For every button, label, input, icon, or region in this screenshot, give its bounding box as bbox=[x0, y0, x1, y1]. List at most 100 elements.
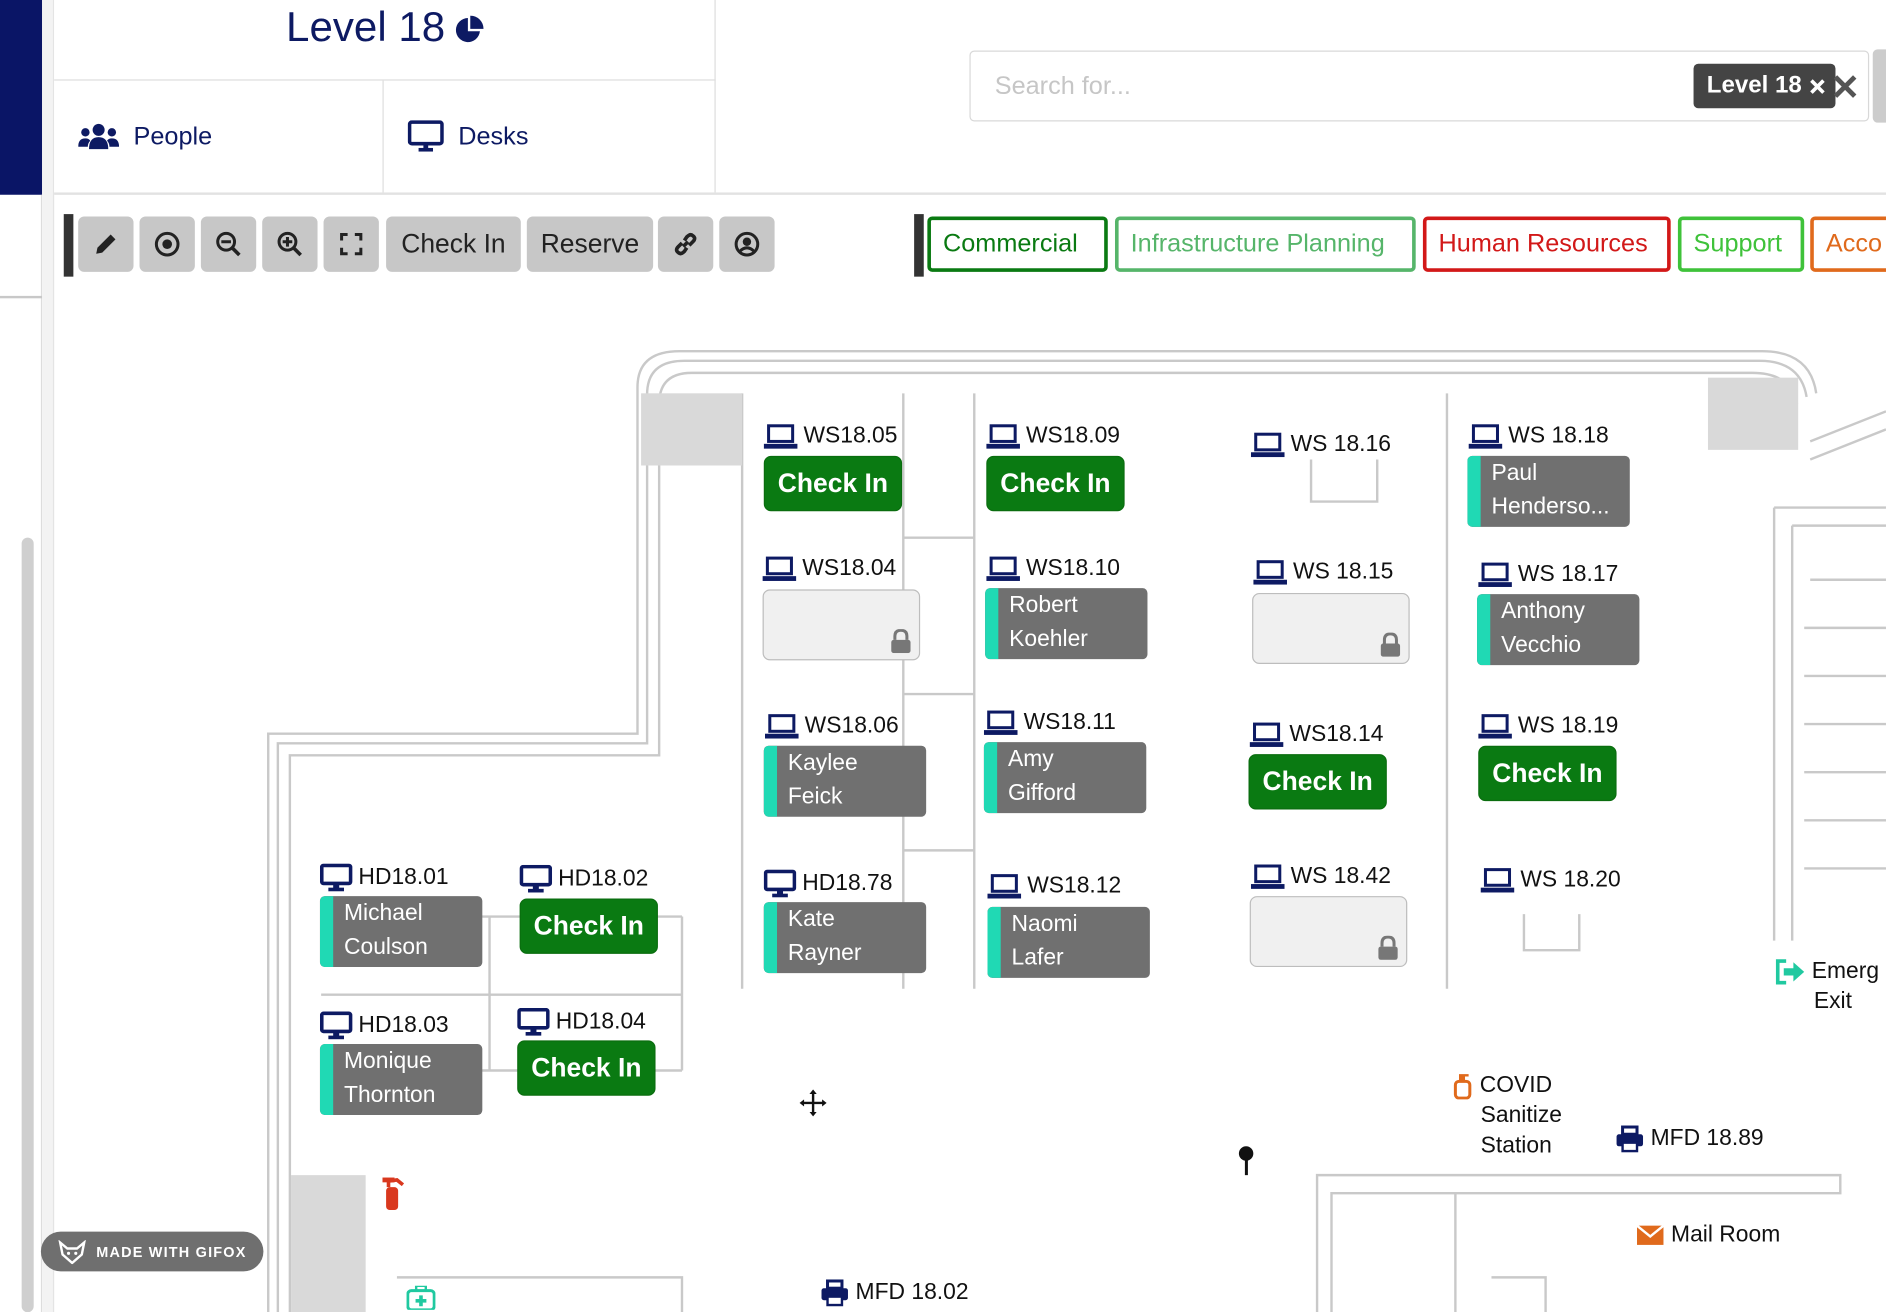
mail-room[interactable]: Mail Room bbox=[1636, 1220, 1780, 1250]
laptop-icon bbox=[1468, 424, 1503, 449]
laptop-icon bbox=[986, 424, 1020, 449]
occupant-ws1812[interactable]: Naomi Lafer bbox=[987, 906, 1150, 978]
desk-label-hd1803: HD18.03 bbox=[319, 1011, 449, 1041]
desk-label-ws1842: WS 18.42 bbox=[1250, 864, 1391, 890]
laptop-icon bbox=[1478, 714, 1512, 739]
desk-label-ws1806: WS18.06 bbox=[764, 713, 899, 739]
desk-label-ws1810: WS18.10 bbox=[986, 556, 1120, 582]
laptop-icon bbox=[1250, 864, 1285, 889]
remove-chip-icon[interactable] bbox=[1809, 78, 1826, 95]
search-box: Level 18 bbox=[969, 50, 1870, 122]
left-nav-brand bbox=[0, 0, 43, 195]
reserve-button[interactable]: Reserve bbox=[526, 216, 654, 272]
occupant-ws1818[interactable]: Paul Henderso... bbox=[1467, 455, 1630, 527]
filter-human-resources[interactable]: Human Resources bbox=[1422, 216, 1671, 272]
printer-icon bbox=[821, 1279, 848, 1307]
checkin-ws1814[interactable]: Check In bbox=[1248, 754, 1387, 810]
laptop-icon bbox=[762, 556, 797, 581]
move-cursor-icon bbox=[797, 1087, 829, 1119]
laptop-icon bbox=[983, 710, 1018, 735]
checkin-ws1809[interactable]: Check In bbox=[986, 455, 1125, 512]
filter-support[interactable]: Support bbox=[1677, 216, 1805, 272]
desk-label-ws1809: WS18.09 bbox=[986, 423, 1120, 449]
filter-infrastructure-planning[interactable]: Infrastructure Planning bbox=[1114, 216, 1416, 272]
desk-label-ws1805: WS18.05 bbox=[763, 423, 897, 449]
covid-station[interactable]: COVID Sanitize Station bbox=[1452, 1070, 1562, 1160]
desk-label-ws1817: WS 18.17 bbox=[1478, 562, 1618, 588]
checkin-hd1802[interactable]: Check In bbox=[519, 898, 658, 954]
sanitizer-icon bbox=[1453, 1074, 1472, 1100]
clear-search-icon[interactable] bbox=[1832, 73, 1858, 99]
filter-chip-label: Level 18 bbox=[1706, 72, 1802, 99]
desk-label-hd1801: HD18.01 bbox=[319, 863, 449, 893]
occupant-hd1801[interactable]: Michael Coulson bbox=[319, 896, 483, 968]
desk-label-ws1811: WS18.11 bbox=[983, 710, 1116, 736]
zoom-out-icon bbox=[216, 231, 241, 257]
fire-extinguisher-icon[interactable] bbox=[379, 1175, 405, 1211]
pencil-icon bbox=[96, 234, 116, 254]
monitor-icon bbox=[319, 863, 353, 892]
locked-desk-ws1815[interactable] bbox=[1252, 592, 1410, 664]
tab-desks-label: Desks bbox=[458, 122, 529, 150]
locked-desk-ws1804[interactable] bbox=[762, 589, 921, 661]
monitor-icon bbox=[519, 864, 553, 893]
desk-label-ws1818: WS 18.18 bbox=[1468, 423, 1609, 449]
checkin-button[interactable]: Check In bbox=[386, 216, 521, 272]
edit-button[interactable] bbox=[78, 216, 134, 272]
lock-icon bbox=[891, 629, 911, 654]
laptop-icon bbox=[764, 714, 799, 739]
monitor-icon bbox=[517, 1007, 550, 1036]
checkin-ws1805[interactable]: Check In bbox=[763, 455, 903, 512]
desk-label-hd1802: HD18.02 bbox=[519, 864, 648, 894]
left-rail bbox=[0, 194, 43, 1312]
mfd-1889[interactable]: MFD 18.89 bbox=[1615, 1123, 1764, 1153]
desk-label-ws1820[interactable]: WS 18.20 bbox=[1480, 867, 1621, 893]
desk-label-ws1816[interactable]: WS 18.16 bbox=[1250, 432, 1391, 458]
laptop-icon bbox=[987, 874, 1022, 899]
desk-label-ws1812: WS18.12 bbox=[987, 873, 1121, 899]
locate-button[interactable] bbox=[139, 216, 195, 272]
monitor-icon bbox=[763, 869, 797, 898]
filter-acco[interactable]: Acco bbox=[1810, 216, 1886, 272]
zoom-out-button[interactable] bbox=[200, 216, 257, 272]
monitor-icon bbox=[407, 119, 444, 151]
link-button[interactable] bbox=[657, 216, 714, 272]
desk-label-ws1804: WS18.04 bbox=[762, 556, 896, 582]
first-aid-icon[interactable] bbox=[406, 1285, 436, 1310]
user-circle-button[interactable] bbox=[719, 216, 775, 272]
expand-icon bbox=[340, 233, 363, 256]
map-pin-icon[interactable] bbox=[1238, 1145, 1255, 1176]
occupant-hd1803[interactable]: Monique Thornton bbox=[319, 1044, 483, 1115]
tab-people[interactable]: People bbox=[54, 80, 384, 193]
search-input[interactable] bbox=[994, 68, 1669, 105]
occupant-ws1806[interactable]: Kaylee Feick bbox=[763, 745, 927, 817]
desk-label-hd1878: HD18.78 bbox=[763, 869, 892, 899]
target-icon bbox=[154, 231, 180, 257]
desk-label-hd1804: HD18.04 bbox=[517, 1007, 646, 1037]
laptop-icon bbox=[1480, 868, 1515, 893]
printer-icon bbox=[1616, 1125, 1644, 1153]
occupant-ws1817[interactable]: Anthony Vecchio bbox=[1477, 594, 1640, 666]
lock-icon bbox=[1380, 632, 1401, 657]
fullscreen-button[interactable] bbox=[323, 216, 379, 272]
checkin-hd1804[interactable]: Check In bbox=[517, 1040, 656, 1096]
emergency-exit[interactable]: Emerg Exit bbox=[1774, 956, 1879, 1016]
checkin-ws1819[interactable]: Check In bbox=[1478, 745, 1617, 802]
laptop-icon bbox=[986, 556, 1020, 581]
zoom-in-button[interactable] bbox=[262, 216, 318, 272]
floor-map[interactable]: WS18.05 Check In WS18.09 Check In WS 18.… bbox=[54, 279, 1886, 1312]
filter-commercial[interactable]: Commercial bbox=[927, 216, 1108, 272]
search-button[interactable] bbox=[1872, 49, 1886, 123]
link-icon bbox=[674, 232, 697, 256]
filter-chip-level: Level 18 bbox=[1693, 63, 1836, 109]
tab-desks[interactable]: Desks bbox=[384, 81, 716, 193]
mfd-1802[interactable]: MFD 18.02 bbox=[820, 1277, 969, 1307]
occupant-hd1878[interactable]: Kate Rayner bbox=[763, 902, 927, 974]
locked-desk-ws1842[interactable] bbox=[1249, 896, 1408, 968]
occupant-ws1811[interactable]: Amy Gifford bbox=[983, 742, 1147, 814]
lock-icon bbox=[1378, 935, 1398, 960]
occupant-ws1810[interactable]: Robert Koehler bbox=[985, 588, 1148, 660]
laptop-icon bbox=[763, 424, 798, 449]
scrollbar[interactable] bbox=[21, 537, 34, 1312]
pie-chart-icon[interactable] bbox=[455, 15, 484, 44]
